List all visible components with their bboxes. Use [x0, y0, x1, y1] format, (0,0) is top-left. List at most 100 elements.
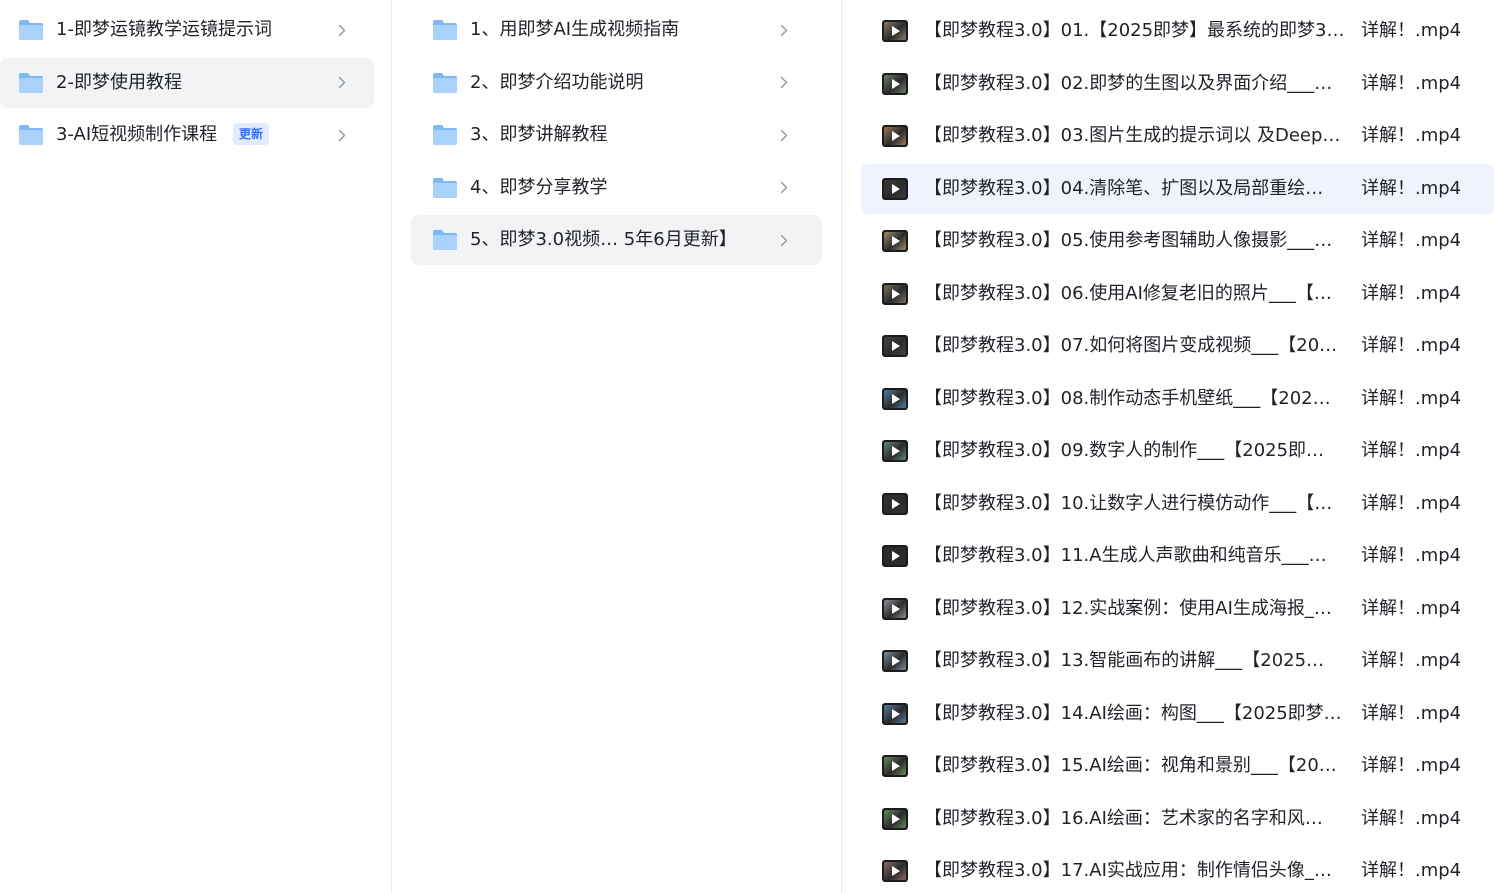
- chevron-right-icon: [779, 163, 789, 213]
- video-thumbnail-icon: [882, 860, 908, 882]
- folder-item[interactable]: 1、用即梦AI生成视频指南: [411, 5, 822, 55]
- folder-item[interactable]: 4、即梦分享教学: [411, 163, 822, 213]
- file-name-suffix: 详解！.mp4: [1361, 20, 1462, 41]
- folder-label: 2-即梦使用教程: [56, 71, 182, 93]
- file-name: 【即梦教程3.0】07.如何将图片变成视频___【20…: [924, 335, 1338, 356]
- file-name: 【即梦教程3.0】08.制作动态手机壁纸___【202…: [924, 387, 1331, 409]
- video-thumbnail-icon: [882, 335, 908, 357]
- folder-icon: [432, 229, 458, 251]
- chevron-right-icon: [779, 215, 789, 265]
- video-thumbnail-icon: [882, 545, 908, 567]
- file-name-suffix: 详解！.mp4: [1361, 72, 1462, 94]
- file-item[interactable]: 【即梦教程3.0】08.制作动态手机壁纸___【202… 详解！.mp4: [861, 374, 1494, 424]
- file-name: 【即梦教程3.0】16.AI绘画：艺术家的名字和风…: [924, 807, 1323, 829]
- folder-label: 3-AI短视频制作课程: [56, 124, 218, 145]
- file-item[interactable]: 【即梦教程3.0】15.AI绘画：视角和景别___【20… 详解！.mp4: [861, 741, 1494, 791]
- file-name-suffix: 详解！.mp4: [1361, 492, 1462, 514]
- file-item[interactable]: 【即梦教程3.0】16.AI绘画：艺术家的名字和风… 详解！.mp4: [861, 794, 1494, 844]
- chevron-right-icon: [337, 58, 347, 108]
- file-name-suffix: 详解！.mp4: [1361, 650, 1462, 671]
- file-name-suffix: 详解！.mp4: [1361, 545, 1462, 566]
- file-name: 【即梦教程3.0】04.清除笔、扩图以及局部重绘…: [924, 177, 1324, 199]
- file-name-suffix: 详解！.mp4: [1361, 597, 1462, 619]
- video-thumbnail-icon: [882, 755, 908, 777]
- file-item[interactable]: 【即梦教程3.0】12.实战案例：使用AI生成海报_… 详解！.mp4: [861, 584, 1494, 634]
- file-name-suffix: 详解！.mp4: [1361, 702, 1462, 724]
- video-thumbnail-icon: [882, 702, 908, 725]
- file-item[interactable]: 【即梦教程3.0】05.使用参考图辅助人像摄影___… 详解！.mp4: [861, 216, 1494, 266]
- file-name: 【即梦教程3.0】13.智能画布的讲解___【2025…: [924, 650, 1325, 671]
- file-item[interactable]: 【即梦教程3.0】09.数字人的制作___【2025即… 详解！.mp4: [861, 426, 1494, 476]
- file-item[interactable]: 【即梦教程3.0】02.即梦的生图以及界面介绍___… 详解！.mp4: [861, 59, 1494, 109]
- folder-label: 4、即梦分享教学: [470, 176, 608, 198]
- file-item[interactable]: 【即梦教程3.0】17.AI实战应用：制作情侣头像_… 详解！.mp4: [861, 846, 1494, 893]
- video-thumbnail-icon: [882, 597, 908, 620]
- file-name-suffix: 详解！.mp4: [1361, 230, 1462, 251]
- file-item[interactable]: 【即梦教程3.0】01.【2025即梦】最系统的即梦3… 详解！.mp4: [861, 6, 1494, 56]
- folder-icon: [18, 72, 44, 94]
- folder-label: 1、用即梦AI生成视频指南: [470, 19, 680, 40]
- file-name-suffix: 详解！.mp4: [1361, 440, 1462, 461]
- folder-icon: [432, 19, 458, 41]
- folder-label: 5、即梦3.0视频… 5年6月更新】: [470, 229, 737, 250]
- file-name: 【即梦教程3.0】01.【2025即梦】最系统的即梦3…: [924, 20, 1344, 41]
- file-item[interactable]: 【即梦教程3.0】04.清除笔、扩图以及局部重绘… 详解！.mp4: [861, 163, 1494, 214]
- file-name: 【即梦教程3.0】02.即梦的生图以及界面介绍___…: [924, 72, 1333, 94]
- folder-column-1: 1-即梦运镜教学运镜提示词 2-即梦使用教程 3-AI短视频制作课程 更新: [0, 0, 390, 893]
- file-name: 【即梦教程3.0】05.使用参考图辅助人像摄影___…: [924, 230, 1333, 251]
- folder-label: 3、即梦讲解教程: [470, 124, 608, 145]
- file-item[interactable]: 【即梦教程3.0】14.AI绘画：构图___【2025即梦… 详解！.mp4: [861, 689, 1494, 739]
- file-name: 【即梦教程3.0】12.实战案例：使用AI生成海报_…: [924, 597, 1332, 619]
- column-divider[interactable]: [841, 0, 842, 893]
- video-thumbnail-icon: [882, 177, 908, 200]
- folder-icon: [432, 177, 458, 199]
- folder-icon: [18, 124, 44, 146]
- file-item[interactable]: 【即梦教程3.0】03.图片生成的提示词以 及Deep… 详解！.mp4: [861, 111, 1494, 161]
- file-item[interactable]: 【即梦教程3.0】10.让数字人进行模仿动作___【… 详解！.mp4: [861, 479, 1494, 529]
- file-item[interactable]: 【即梦教程3.0】07.如何将图片变成视频___【20… 详解！.mp4: [861, 321, 1494, 371]
- video-thumbnail-icon: [882, 230, 908, 252]
- file-item[interactable]: 【即梦教程3.0】13.智能画布的讲解___【2025… 详解！.mp4: [861, 636, 1494, 686]
- folder-item[interactable]: 2、即梦介绍功能说明: [411, 58, 822, 108]
- file-name: 【即梦教程3.0】10.让数字人进行模仿动作___【…: [924, 492, 1333, 514]
- folder-icon: [432, 72, 458, 94]
- folder-item[interactable]: 5、即梦3.0视频… 5年6月更新】: [411, 215, 822, 265]
- file-name: 【即梦教程3.0】06.使用AI修复老旧的照片___【…: [924, 282, 1332, 304]
- chevron-right-icon: [779, 58, 789, 108]
- chevron-right-icon: [779, 110, 789, 160]
- file-name-suffix: 详解！.mp4: [1361, 282, 1462, 304]
- file-name: 【即梦教程3.0】09.数字人的制作___【2025即…: [924, 440, 1325, 461]
- file-name-suffix: 详解！.mp4: [1361, 807, 1462, 829]
- column-divider[interactable]: [391, 0, 392, 893]
- folder-item[interactable]: 3、即梦讲解教程: [411, 110, 822, 160]
- video-thumbnail-icon: [882, 387, 908, 410]
- file-name-suffix: 详解！.mp4: [1361, 387, 1462, 409]
- file-name-suffix: 详解！.mp4: [1361, 755, 1462, 776]
- folder-item[interactable]: 3-AI短视频制作课程 更新: [0, 110, 374, 160]
- video-thumbnail-icon: [882, 125, 908, 147]
- file-name: 【即梦教程3.0】17.AI实战应用：制作情侣头像_…: [924, 860, 1332, 881]
- file-name: 【即梦教程3.0】14.AI绘画：构图___【2025即梦…: [924, 702, 1342, 724]
- folder-item[interactable]: 2-即梦使用教程: [0, 57, 374, 108]
- file-name: 【即梦教程3.0】15.AI绘画：视角和景别___【20…: [924, 755, 1337, 776]
- chevron-right-icon: [337, 5, 347, 55]
- file-name: 【即梦教程3.0】03.图片生成的提示词以 及Deep…: [924, 125, 1341, 146]
- chevron-right-icon: [337, 110, 347, 160]
- file-name-suffix: 详解！.mp4: [1361, 177, 1462, 199]
- folder-item[interactable]: 1-即梦运镜教学运镜提示词: [0, 5, 374, 55]
- file-item[interactable]: 【即梦教程3.0】11.A生成人声歌曲和纯音乐___… 详解！.mp4: [861, 531, 1494, 581]
- video-thumbnail-icon: [882, 650, 908, 672]
- folder-icon: [18, 19, 44, 41]
- file-item[interactable]: 【即梦教程3.0】06.使用AI修复老旧的照片___【… 详解！.mp4: [861, 269, 1494, 319]
- file-list-column: 【即梦教程3.0】01.【2025即梦】最系统的即梦3… 详解！.mp4 【即梦教程…: [843, 0, 1494, 893]
- video-thumbnail-icon: [882, 282, 908, 305]
- video-thumbnail-icon: [882, 492, 908, 515]
- file-name-suffix: 详解！.mp4: [1361, 125, 1462, 146]
- folder-column-2: 1、用即梦AI生成视频指南 2、即梦介绍功能说明 3、即梦讲解教程 4、即梦分享教学 5…: [393, 0, 840, 893]
- video-thumbnail-icon: [882, 72, 908, 95]
- file-name-suffix: 详解！.mp4: [1361, 860, 1462, 881]
- file-name-suffix: 详解！.mp4: [1361, 335, 1462, 356]
- folder-icon: [432, 124, 458, 146]
- video-thumbnail-icon: [882, 440, 908, 462]
- video-thumbnail-icon: [882, 20, 908, 42]
